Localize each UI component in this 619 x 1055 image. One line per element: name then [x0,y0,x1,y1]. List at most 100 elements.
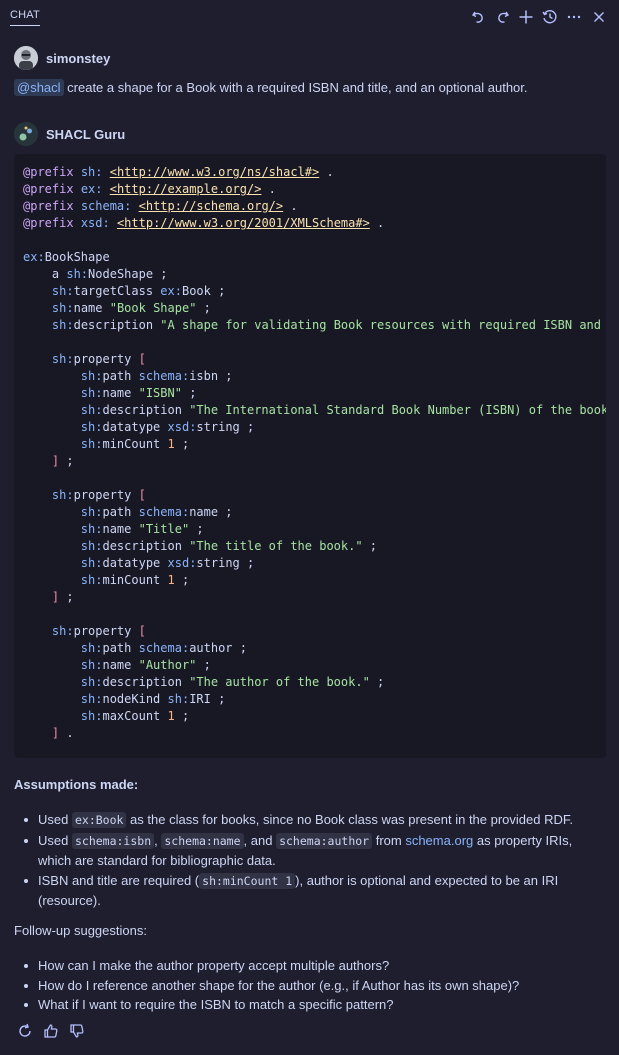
thumbs-up-icon[interactable] [42,1022,60,1040]
tab-chat[interactable]: CHAT [10,9,40,26]
code-token: sh: [51,352,74,366]
code-token: sh: [51,624,74,638]
code-line: sh:property [ [23,351,597,368]
code-line: sh:path schema:author ; [23,640,597,657]
code-line: ] . [23,725,597,742]
code-token: 1 [167,437,175,451]
code-line: sh:maxCount 1 ; [23,708,597,725]
schema-org-link[interactable]: schema.org [405,833,473,848]
code-token: . [319,165,334,179]
text-fragment: as the class for books, since no Book cl… [126,812,573,827]
code-token: "The International Standard Book Number … [189,403,606,417]
code-token: Book ; [181,284,226,298]
code-token: sh: [80,165,103,179]
code-line: ex:BookShape [23,249,597,266]
code-iri-link[interactable]: <http://www.w3.org/2001/XMLSchema#> [117,216,370,230]
history-icon[interactable] [541,8,559,26]
code-token: [ [138,352,146,366]
code-line: sh:minCount 1 ; [23,572,597,589]
code-iri-link[interactable]: <http://schema.org/> [139,199,284,213]
assumption-item: Used ex:Book as the class for books, sin… [14,810,604,831]
code-token: ex: [80,182,103,196]
code-token: "Title" [138,522,190,536]
code-token: minCount [102,573,168,587]
code-token: 1 [167,709,175,723]
code-token: ; [196,658,211,672]
followup-suggestion[interactable]: How can I make the author property accep… [14,956,604,976]
code-line: sh:description "A shape for validating B… [23,317,601,334]
code-line: @prefix sh: <http://www.w3.org/ns/shacl#… [23,164,597,181]
code-token: property [73,488,139,502]
code-token: description [73,318,161,332]
code-token: [ [138,488,146,502]
code-line: sh:path schema:name ; [23,504,597,521]
code-token: @prefix [23,182,74,196]
code-line: @prefix ex: <http://example.org/> . [23,181,597,198]
more-options-icon[interactable] [565,8,583,26]
user-message-body: create a shape for a Book with a require… [63,80,528,95]
code-line: sh:datatype xsd:string ; [23,555,597,572]
code-token: "ISBN" [138,386,182,400]
code-line: sh:targetClass ex:Book ; [23,283,597,300]
code-token: sh: [80,539,103,553]
code-line: ] ; [23,589,597,606]
code-token: ; [181,386,197,400]
code-line: @prefix schema: <http://schema.org/> . [23,198,597,215]
code-line: ] ; [23,453,597,470]
retry-icon[interactable] [16,1022,34,1040]
code-line: sh:name "Book Shape" ; [23,300,597,317]
code-token: ; [174,573,190,587]
code-token: name ; [189,505,233,519]
thumbs-down-icon[interactable] [68,1022,86,1040]
code-token: description [102,675,190,689]
code-line: sh:description "The International Standa… [23,402,606,419]
code-line: sh:path schema:isbn ; [23,368,597,385]
code-token: sh: [51,318,74,332]
code-iri-link[interactable]: <http://www.w3.org/ns/shacl#> [110,165,320,179]
inline-code: ex:Book [71,812,127,828]
code-token: sh: [80,692,103,706]
assumption-item: Used schema:isbn, schema:name, and schem… [14,831,604,871]
code-token: name [102,522,139,536]
code-token: . [369,216,385,230]
text-fragment: ISBN and title are required ( [38,872,200,888]
code-token: ; [174,709,190,723]
followup-suggestion[interactable]: How do I reference another shape for the… [14,976,604,996]
code-line: sh:property [ [23,487,597,504]
close-icon[interactable] [590,8,608,26]
code-token: ex: [23,250,45,264]
code-token: . [283,199,298,213]
code-token: property [73,352,139,366]
code-token: sh: [80,420,103,434]
code-token: author ; [189,641,247,655]
new-chat-icon[interactable] [517,8,535,26]
code-iri-link[interactable]: <http://example.org/> [110,182,262,196]
code-token: string ; [196,556,255,570]
undo-icon[interactable] [469,8,487,26]
code-token: . [261,182,276,196]
followup-suggestion[interactable]: What if I want to require the ISBN to ma… [14,995,604,1015]
code-line: sh:description "The title of the book." … [23,538,597,555]
code-token: path [102,505,139,519]
agent-mention[interactable]: @shacl [14,79,64,96]
code-block[interactable]: @prefix sh: <http://www.w3.org/ns/shacl#… [14,154,606,758]
code-token: sh: [167,692,190,706]
redo-icon[interactable] [494,8,512,26]
code-token: schema: [138,369,190,383]
